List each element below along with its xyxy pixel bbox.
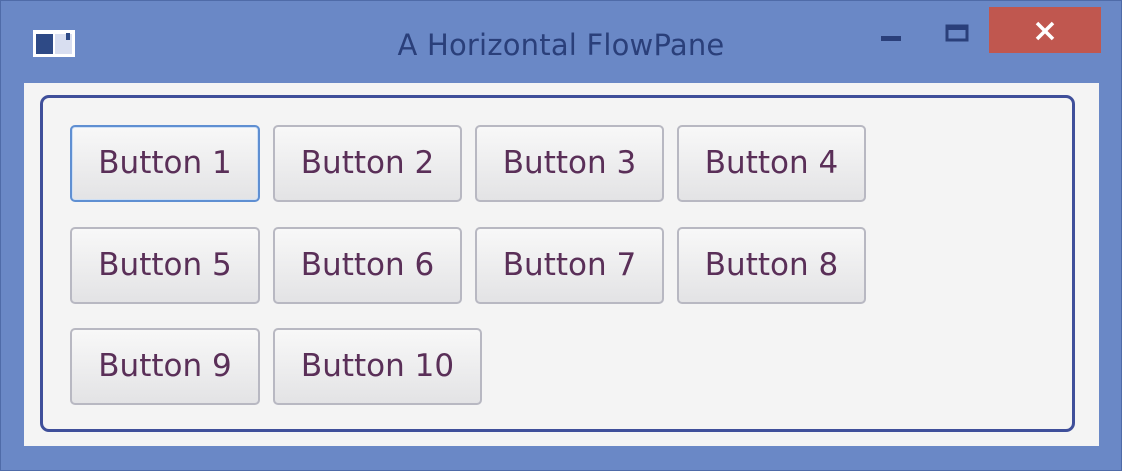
button-9[interactable]: Button 9 bbox=[70, 328, 260, 405]
horizontal-flowpane: Button 1 Button 2 Button 3 Button 4 Butt… bbox=[40, 95, 1075, 432]
button-2[interactable]: Button 2 bbox=[273, 125, 462, 202]
maximize-button[interactable] bbox=[931, 7, 981, 47]
close-icon bbox=[1035, 21, 1055, 41]
button-6[interactable]: Button 6 bbox=[273, 227, 462, 304]
button-4[interactable]: Button 4 bbox=[677, 125, 866, 202]
button-3[interactable]: Button 3 bbox=[475, 125, 664, 202]
button-5[interactable]: Button 5 bbox=[70, 227, 260, 304]
app-window: A Horizontal FlowPane Button 1 Button 2 … bbox=[0, 0, 1122, 471]
maximize-icon bbox=[945, 24, 969, 42]
minimize-button[interactable] bbox=[867, 7, 915, 47]
close-button[interactable] bbox=[989, 7, 1101, 53]
window-content: Button 1 Button 2 Button 3 Button 4 Butt… bbox=[24, 83, 1099, 446]
button-1[interactable]: Button 1 bbox=[70, 125, 260, 202]
button-10[interactable]: Button 10 bbox=[273, 328, 482, 405]
title-bar[interactable]: A Horizontal FlowPane bbox=[1, 1, 1121, 83]
button-7[interactable]: Button 7 bbox=[475, 227, 664, 304]
button-8[interactable]: Button 8 bbox=[677, 227, 866, 304]
minimize-icon bbox=[881, 36, 901, 41]
